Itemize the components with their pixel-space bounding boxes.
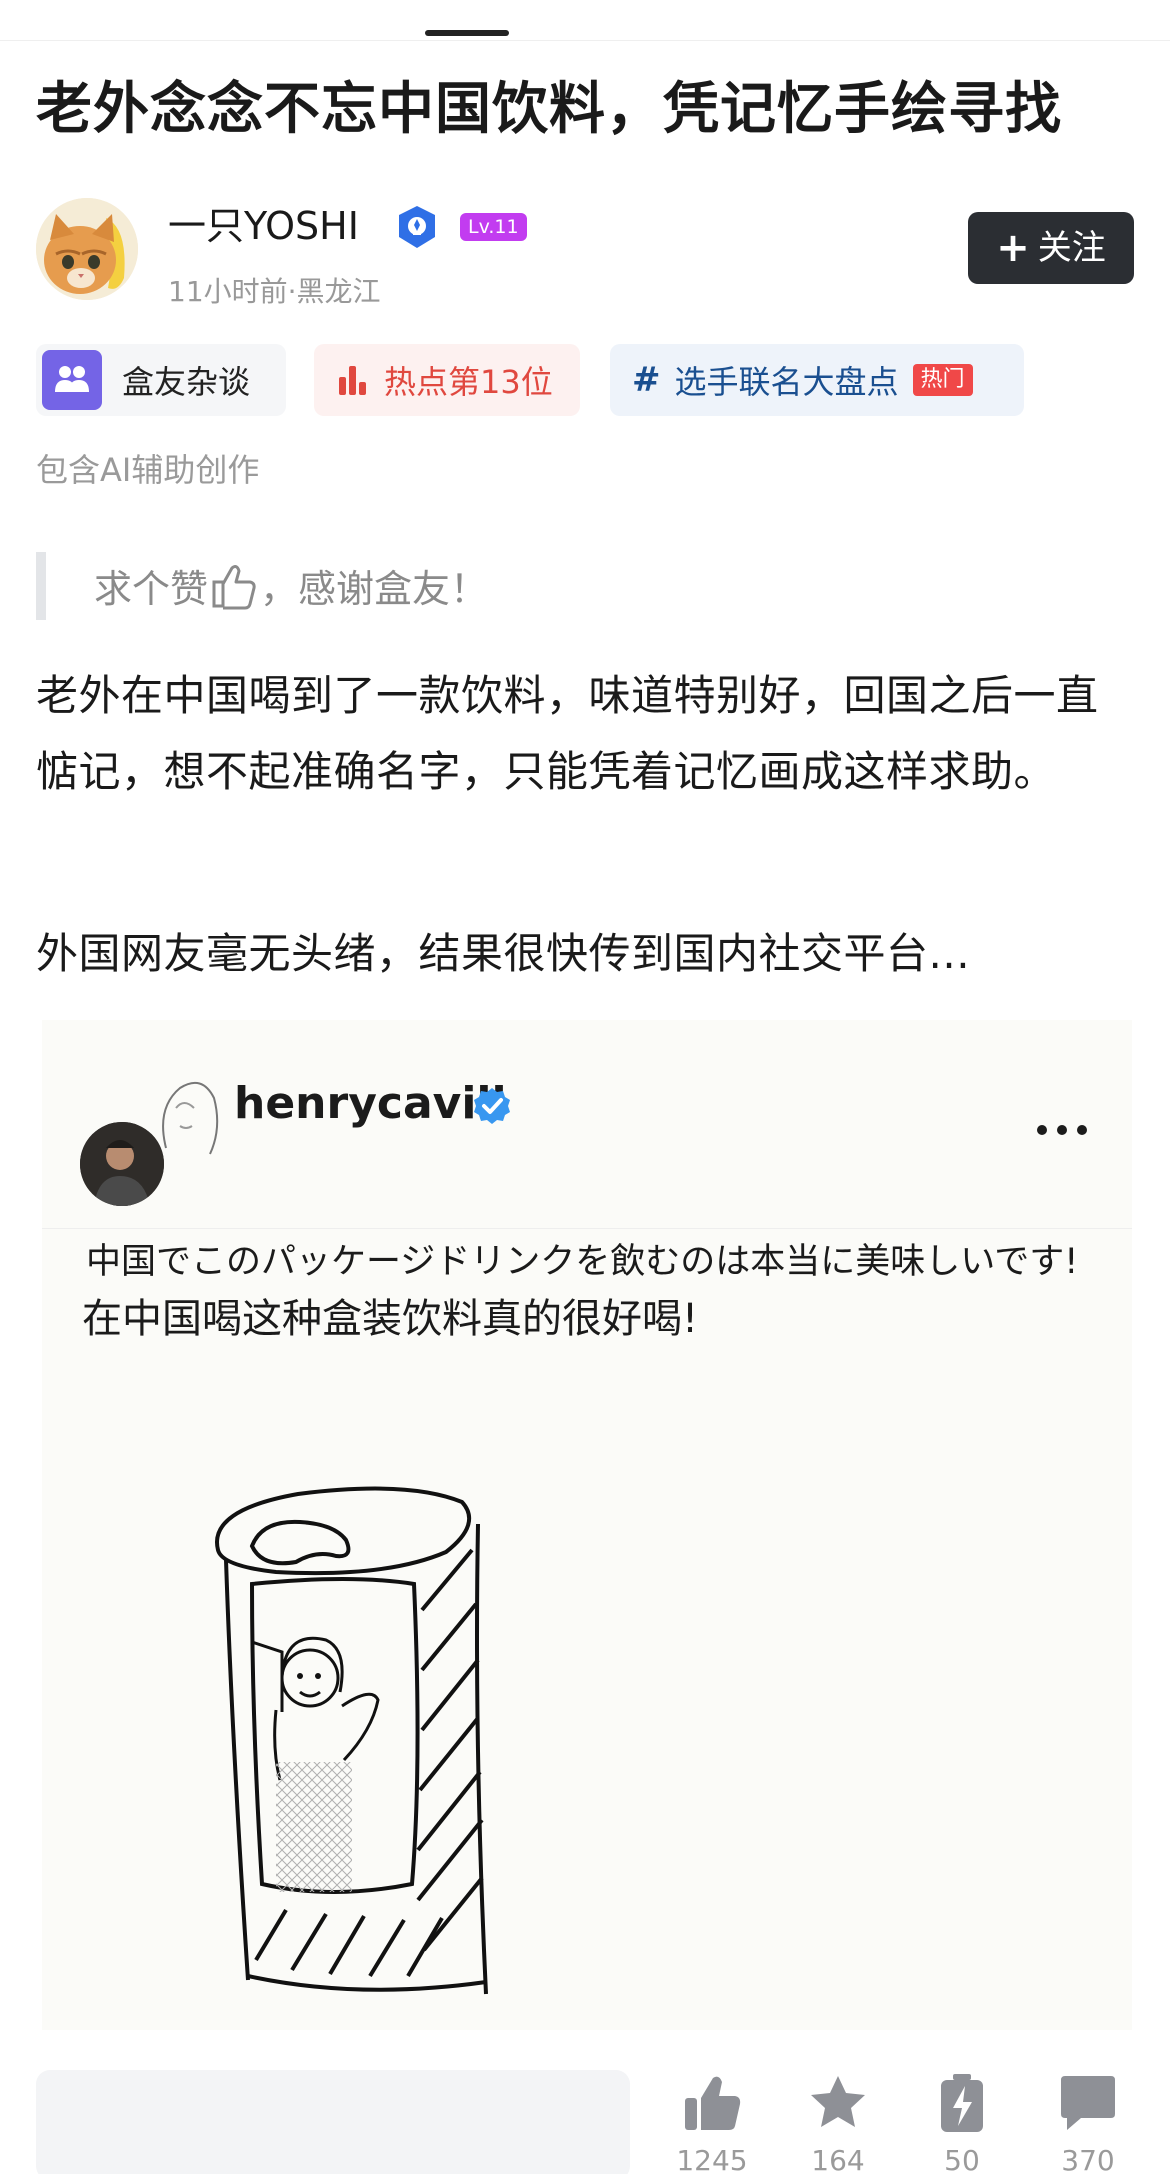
quote-before: 求个赞 bbox=[94, 567, 209, 611]
more-icon[interactable] bbox=[1032, 1120, 1092, 1140]
tab-indicator bbox=[425, 30, 509, 36]
plus-icon: + bbox=[996, 225, 1030, 271]
charge-button[interactable]: 50 bbox=[912, 2072, 1012, 2174]
like-count: 1245 bbox=[676, 2144, 748, 2174]
quote-text: 求个赞 ，感谢盒友！ bbox=[94, 560, 488, 615]
bar-chart-icon bbox=[339, 366, 366, 395]
level-badge: Lv.11 bbox=[460, 213, 527, 241]
star-icon bbox=[811, 2076, 865, 2127]
embedded-post-image[interactable]: henrycavill 中国でこのパッケージドリンクを飲むのは本当に美味しいです… bbox=[42, 1020, 1132, 2030]
comment-button[interactable]: 370 bbox=[1038, 2072, 1138, 2174]
group-icon bbox=[42, 350, 102, 410]
topic-chip[interactable]: # 选手联名大盘点 热门 bbox=[610, 344, 1024, 416]
caption-chinese: 在中国喝这种盒装饮料真的很好喝! bbox=[82, 1296, 699, 1342]
hot-rank-chip[interactable]: 热点第13位 bbox=[314, 344, 580, 416]
follow-label: 关注 bbox=[1037, 228, 1106, 268]
comment-count: 370 bbox=[1061, 2144, 1115, 2174]
charge-icon bbox=[941, 2074, 983, 2132]
paragraph-1: 老外在中国喝到了一款饮料，味道特别好，回国之后一直惦记，想不起准确名字，只能凭着… bbox=[36, 671, 1099, 796]
cat-avatar-icon bbox=[36, 198, 138, 300]
thumbs-up-icon bbox=[212, 565, 256, 610]
ig-avatar-group bbox=[80, 1068, 219, 1206]
like-icon bbox=[685, 2076, 741, 2130]
comment-icon bbox=[1061, 2076, 1115, 2130]
ig-avatar bbox=[80, 1122, 164, 1206]
favorite-count: 164 bbox=[811, 2144, 865, 2174]
author-name[interactable]: 一只YOSHI bbox=[168, 202, 359, 250]
post-meta: 11小时前·黑龙江 bbox=[168, 275, 381, 308]
action-bar: 1245 164 50 370 bbox=[0, 2060, 1170, 2174]
ig-username: henrycavill bbox=[234, 1078, 507, 1129]
drink-sketch bbox=[215, 1486, 488, 1995]
hot-tag: 热门 bbox=[912, 364, 973, 396]
paragraph-2: 外国网友毫无头绪，结果很快传到国内社交平台... bbox=[36, 929, 971, 978]
group-label: 盒友杂谈 bbox=[122, 363, 251, 401]
caption-japanese: 中国でこのパッケージドリンクを飲むのは本当に美味しいです! bbox=[86, 1242, 1079, 1282]
quote-bar bbox=[36, 552, 46, 620]
author-avatar[interactable] bbox=[36, 198, 138, 300]
hash-icon: # bbox=[632, 360, 661, 400]
ig-divider bbox=[42, 1228, 1132, 1229]
comment-input[interactable] bbox=[36, 2070, 630, 2174]
ai-note: 包含AI辅助创作 bbox=[36, 451, 260, 489]
verified-icon bbox=[399, 206, 435, 248]
favorite-button[interactable]: 164 bbox=[788, 2072, 888, 2174]
quote-after: ，感谢盒友！ bbox=[260, 567, 489, 611]
follow-button[interactable]: + 关注 bbox=[968, 212, 1134, 284]
article-title: 老外念念不忘中国饮料，凭记忆手绘寻找 bbox=[36, 77, 1062, 142]
top-divider bbox=[0, 40, 1170, 41]
hot-rank-label: 热点第13位 bbox=[384, 363, 553, 401]
group-chip[interactable]: 盒友杂谈 bbox=[36, 344, 286, 416]
topic-label: 选手联名大盘点 bbox=[674, 363, 899, 401]
like-button[interactable]: 1245 bbox=[662, 2072, 762, 2174]
verified-icon bbox=[474, 1088, 510, 1124]
charge-count: 50 bbox=[944, 2144, 980, 2174]
